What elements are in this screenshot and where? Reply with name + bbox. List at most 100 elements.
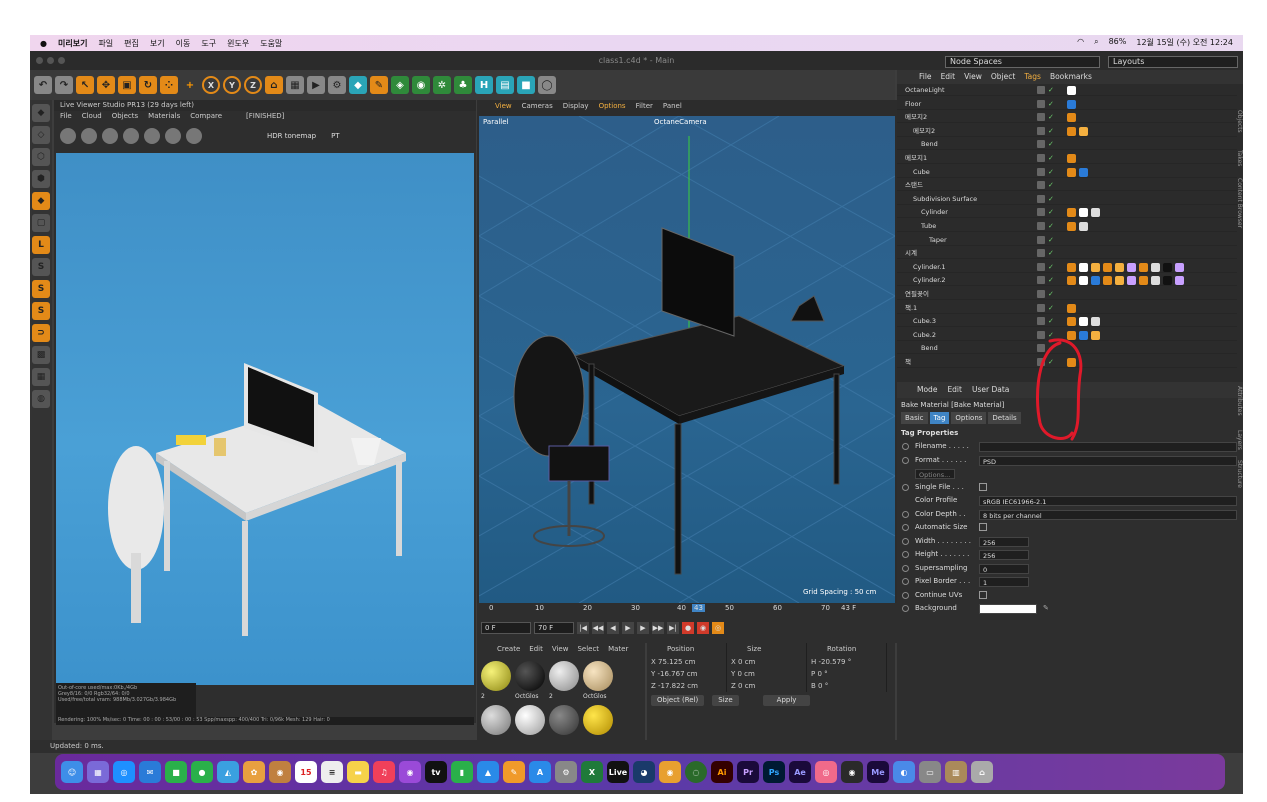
visibility-icon[interactable]: [1037, 113, 1045, 122]
color-profile-field[interactable]: sRGB IEC61966-2.1: [979, 496, 1237, 506]
visibility-icon[interactable]: [1037, 126, 1045, 135]
mm-menu-create[interactable]: Create: [497, 643, 520, 656]
menu-go[interactable]: 이동: [176, 38, 191, 49]
vp-menu-options[interactable]: Options: [599, 100, 626, 112]
material-tag-icon[interactable]: [1067, 303, 1076, 313]
enabled-check-icon[interactable]: ✓: [1048, 138, 1054, 150]
enabled-check-icon[interactable]: ✓: [1048, 247, 1054, 259]
move-icon[interactable]: ✥: [97, 76, 115, 94]
render-settings-icon[interactable]: ⚙: [328, 76, 346, 94]
radio-icon[interactable]: [902, 483, 909, 491]
material-tag-icon[interactable]: [1163, 276, 1172, 286]
launchpad-icon[interactable]: ▦: [87, 761, 109, 783]
viewport-canvas[interactable]: Parallel OctaneCamera Grid Spacing : 50 …: [478, 115, 896, 604]
material-tag-icon[interactable]: [1175, 262, 1184, 272]
object-row[interactable]: 메모지2 ✓: [897, 111, 1237, 124]
go-start-icon[interactable]: |◀: [577, 622, 589, 634]
visibility-icon[interactable]: [1037, 235, 1045, 244]
radio-icon[interactable]: [902, 605, 909, 612]
menu-tools[interactable]: 도구: [201, 38, 216, 49]
material-tag-icon[interactable]: [1139, 262, 1148, 272]
messages-icon[interactable]: ●: [191, 761, 213, 783]
enabled-check-icon[interactable]: ✓: [1048, 315, 1054, 327]
supersampling-field[interactable]: 0: [979, 563, 1029, 574]
lv-menu-file[interactable]: File: [60, 111, 72, 122]
redo-icon[interactable]: ↷: [55, 76, 73, 94]
height-field[interactable]: 256: [979, 550, 1029, 560]
object-row[interactable]: Cylinder ✓: [897, 206, 1237, 219]
om-menu-bookmarks[interactable]: Bookmarks: [1050, 70, 1092, 84]
mm-menu-select[interactable]: Select: [577, 643, 599, 656]
end-frame-field[interactable]: 70 F: [534, 622, 574, 634]
zoom-icon[interactable]: [58, 57, 65, 64]
side-tab-content-browser[interactable]: Content Browser: [1235, 178, 1243, 228]
add-icon[interactable]: +: [181, 76, 199, 94]
size-x-field[interactable]: X 0 cm: [727, 656, 807, 668]
region-icon[interactable]: [102, 128, 118, 144]
object-row[interactable]: 시계 ✓: [897, 247, 1237, 260]
width-field[interactable]: 256: [979, 536, 1029, 547]
coord-mode-dropdown[interactable]: Object (Rel): [651, 695, 705, 706]
object-row[interactable]: Bend ✓: [897, 138, 1237, 151]
object-row[interactable]: 메모지2 ✓: [897, 125, 1237, 137]
prev-key-icon[interactable]: ◀◀: [592, 622, 604, 634]
save-icon[interactable]: [186, 128, 202, 144]
auto-size-checkbox[interactable]: [979, 523, 987, 531]
light-icon[interactable]: ◯: [538, 76, 556, 94]
record-icon[interactable]: ●: [682, 622, 694, 634]
chrome-icon[interactable]: ◉: [659, 761, 681, 783]
podcasts-icon[interactable]: ◉: [399, 761, 421, 783]
object-row[interactable]: Cylinder.1 ✓: [897, 261, 1237, 273]
menu-window[interactable]: 윈도우: [227, 38, 249, 49]
scale-icon[interactable]: ▣: [118, 76, 136, 94]
material-tag-icon[interactable]: [1091, 262, 1100, 272]
material-tag-icon[interactable]: [1067, 154, 1076, 163]
material-swatch[interactable]: [549, 705, 579, 735]
menu-view[interactable]: 보기: [150, 38, 165, 49]
texture-mode-icon[interactable]: ◇: [32, 126, 50, 144]
creative-cloud-icon[interactable]: ◎: [815, 761, 837, 783]
visibility-icon[interactable]: [1037, 317, 1045, 326]
photos-icon[interactable]: ✿: [243, 761, 265, 783]
tonemap-dropdown[interactable]: HDR tonemap: [267, 132, 316, 140]
restart-icon[interactable]: [60, 128, 76, 144]
x-axis-icon[interactable]: X: [202, 76, 220, 94]
pages-icon[interactable]: ✎: [503, 761, 525, 783]
material-tag-icon[interactable]: [1067, 208, 1076, 218]
reminders-icon[interactable]: ≡: [321, 761, 343, 783]
layouts-dropdown[interactable]: Layouts: [1108, 56, 1238, 68]
radio-icon[interactable]: [902, 524, 909, 531]
om-menu-view[interactable]: View: [964, 70, 982, 84]
enabled-check-icon[interactable]: ✓: [1048, 125, 1054, 137]
position-y-field[interactable]: Y -16.767 cm: [647, 668, 727, 680]
object-row[interactable]: Cube.3 ✓: [897, 315, 1237, 328]
render-region-icon[interactable]: ▦: [286, 76, 304, 94]
object-row[interactable]: Cylinder.2 ✓: [897, 274, 1237, 287]
material-tag-icon[interactable]: [1103, 262, 1112, 272]
mail-icon[interactable]: ✉: [139, 761, 161, 783]
points-mode-icon[interactable]: ⬡: [32, 148, 50, 166]
visibility-icon[interactable]: [1037, 222, 1045, 230]
material-tag-icon[interactable]: [1091, 276, 1100, 286]
snap-s3-icon[interactable]: S: [32, 302, 50, 320]
om-menu-tags[interactable]: Tags: [1024, 70, 1041, 84]
finder-icon[interactable]: ☺: [61, 761, 83, 783]
illustrator-icon[interactable]: Ai: [711, 761, 733, 783]
enabled-check-icon[interactable]: ✓: [1048, 111, 1054, 123]
subdivision-icon[interactable]: ◈: [391, 76, 409, 94]
material-tag-icon[interactable]: [1079, 167, 1088, 177]
radio-icon[interactable]: [902, 443, 909, 450]
mograph-icon[interactable]: ✲: [433, 76, 451, 94]
visibility-icon[interactable]: [1037, 181, 1045, 190]
close-icon[interactable]: [36, 57, 43, 64]
render-preview[interactable]: [56, 153, 474, 685]
magnet-icon[interactable]: ⊃: [32, 324, 50, 342]
y-axis-icon[interactable]: Y: [223, 76, 241, 94]
material-tag-icon[interactable]: [1067, 262, 1076, 272]
camera-icon[interactable]: ■: [517, 76, 535, 94]
material-swatch[interactable]: [549, 661, 579, 691]
size-mode-dropdown[interactable]: Size: [712, 695, 739, 706]
rotation-h-field[interactable]: H -20.579 °: [807, 656, 887, 668]
format-dropdown[interactable]: PSD: [979, 455, 1237, 466]
enabled-check-icon[interactable]: ✓: [1048, 193, 1054, 205]
